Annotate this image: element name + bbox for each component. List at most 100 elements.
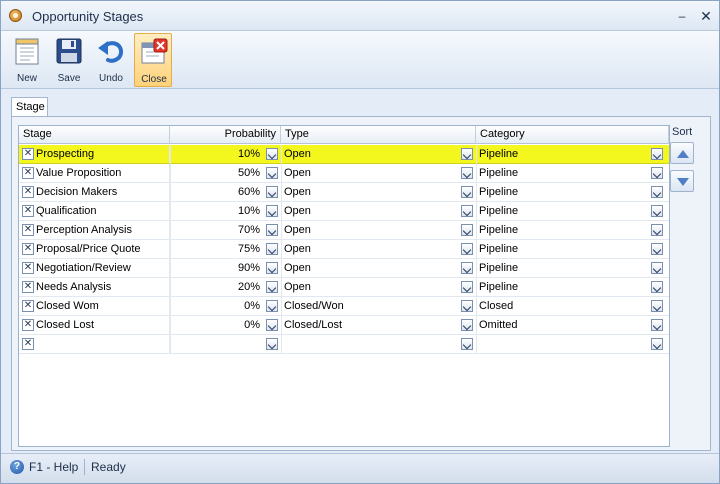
column-header-category[interactable]: Category: [476, 126, 669, 144]
probability-dropdown-icon[interactable]: [266, 224, 278, 236]
help-icon[interactable]: ?: [10, 460, 24, 474]
close-icon[interactable]: ✕: [697, 7, 715, 25]
table-row[interactable]: ✕ Closed Wom 0% Closed/Won Closed: [19, 297, 669, 316]
type-dropdown-icon[interactable]: [461, 319, 473, 331]
table-row[interactable]: ✕ Proposal/Price Quote 75% Open Pipeline: [19, 240, 669, 259]
delete-row-icon[interactable]: ✕: [22, 243, 34, 255]
category-dropdown-icon[interactable]: [651, 262, 663, 274]
delete-row-icon[interactable]: ✕: [22, 186, 34, 198]
table-row[interactable]: ✕ Perception Analysis 70% Open Pipeline: [19, 221, 669, 240]
stage-name-cell[interactable]: [36, 335, 170, 353]
probability-cell[interactable]: [170, 335, 262, 353]
category-cell[interactable]: Pipeline: [479, 145, 649, 163]
delete-row-icon[interactable]: ✕: [22, 300, 34, 312]
probability-dropdown-icon[interactable]: [266, 205, 278, 217]
probability-cell[interactable]: 10%: [170, 145, 262, 163]
probability-dropdown-icon[interactable]: [266, 148, 278, 160]
category-dropdown-icon[interactable]: [651, 300, 663, 312]
category-cell[interactable]: Pipeline: [479, 240, 649, 258]
sort-up-button[interactable]: [670, 142, 694, 164]
delete-row-icon[interactable]: ✕: [22, 205, 34, 217]
probability-dropdown-icon[interactable]: [266, 338, 278, 350]
probability-dropdown-icon[interactable]: [266, 167, 278, 179]
table-row[interactable]: ✕ Closed Lost 0% Closed/Lost Omitted: [19, 316, 669, 335]
stage-name-cell[interactable]: Closed Wom: [36, 297, 170, 315]
undo-button[interactable]: Undo: [92, 33, 130, 87]
type-cell[interactable]: Open: [284, 145, 454, 163]
probability-cell[interactable]: 60%: [170, 183, 262, 201]
category-cell[interactable]: Pipeline: [479, 183, 649, 201]
type-cell[interactable]: Open: [284, 202, 454, 220]
type-cell[interactable]: Closed/Lost: [284, 316, 454, 334]
category-cell[interactable]: [479, 335, 649, 353]
category-cell[interactable]: Pipeline: [479, 278, 649, 296]
delete-row-icon[interactable]: ✕: [22, 167, 34, 179]
minimize-icon[interactable]: ‒: [673, 7, 691, 25]
stage-name-cell[interactable]: Negotiation/Review: [36, 259, 170, 277]
category-dropdown-icon[interactable]: [651, 243, 663, 255]
delete-row-icon[interactable]: ✕: [22, 148, 34, 160]
delete-row-icon[interactable]: ✕: [22, 338, 34, 350]
category-dropdown-icon[interactable]: [651, 319, 663, 331]
type-dropdown-icon[interactable]: [461, 281, 473, 293]
table-row[interactable]: ✕ Prospecting 10% Open Pipeline: [19, 145, 669, 164]
category-dropdown-icon[interactable]: [651, 186, 663, 198]
table-row[interactable]: ✕ Needs Analysis 20% Open Pipeline: [19, 278, 669, 297]
stage-name-cell[interactable]: Perception Analysis: [36, 221, 170, 239]
type-cell[interactable]: Open: [284, 221, 454, 239]
stage-name-cell[interactable]: Prospecting: [36, 145, 170, 163]
probability-cell[interactable]: 20%: [170, 278, 262, 296]
probability-dropdown-icon[interactable]: [266, 300, 278, 312]
category-dropdown-icon[interactable]: [651, 148, 663, 160]
type-dropdown-icon[interactable]: [461, 167, 473, 179]
category-cell[interactable]: Pipeline: [479, 202, 649, 220]
type-dropdown-icon[interactable]: [461, 262, 473, 274]
stage-name-cell[interactable]: Qualification: [36, 202, 170, 220]
probability-dropdown-icon[interactable]: [266, 281, 278, 293]
table-row[interactable]: ✕ Value Proposition 50% Open Pipeline: [19, 164, 669, 183]
type-cell[interactable]: Open: [284, 278, 454, 296]
column-header-probability[interactable]: Probability: [170, 126, 281, 144]
type-cell[interactable]: Open: [284, 183, 454, 201]
category-dropdown-icon[interactable]: [651, 338, 663, 350]
delete-row-icon[interactable]: ✕: [22, 281, 34, 293]
probability-cell[interactable]: 50%: [170, 164, 262, 182]
category-cell[interactable]: Omitted: [479, 316, 649, 334]
probability-cell[interactable]: 0%: [170, 316, 262, 334]
type-dropdown-icon[interactable]: [461, 243, 473, 255]
delete-row-icon[interactable]: ✕: [22, 262, 34, 274]
category-dropdown-icon[interactable]: [651, 281, 663, 293]
type-dropdown-icon[interactable]: [461, 148, 473, 160]
probability-cell[interactable]: 10%: [170, 202, 262, 220]
category-cell[interactable]: Closed: [479, 297, 649, 315]
probability-dropdown-icon[interactable]: [266, 262, 278, 274]
type-cell[interactable]: Open: [284, 164, 454, 182]
probability-cell[interactable]: 90%: [170, 259, 262, 277]
type-cell[interactable]: Open: [284, 259, 454, 277]
save-button[interactable]: Save: [50, 33, 88, 87]
type-cell[interactable]: Open: [284, 240, 454, 258]
probability-dropdown-icon[interactable]: [266, 186, 278, 198]
type-dropdown-icon[interactable]: [461, 205, 473, 217]
type-dropdown-icon[interactable]: [461, 186, 473, 198]
category-dropdown-icon[interactable]: [651, 167, 663, 179]
table-row[interactable]: ✕ Qualification 10% Open Pipeline: [19, 202, 669, 221]
probability-cell[interactable]: 75%: [170, 240, 262, 258]
probability-cell[interactable]: 70%: [170, 221, 262, 239]
delete-row-icon[interactable]: ✕: [22, 319, 34, 331]
stage-name-cell[interactable]: Needs Analysis: [36, 278, 170, 296]
table-row[interactable]: ✕: [19, 335, 669, 354]
category-dropdown-icon[interactable]: [651, 224, 663, 236]
sort-down-button[interactable]: [670, 170, 694, 192]
new-button[interactable]: New: [8, 33, 46, 87]
probability-dropdown-icon[interactable]: [266, 243, 278, 255]
type-cell[interactable]: [284, 335, 454, 353]
type-cell[interactable]: Closed/Won: [284, 297, 454, 315]
table-row[interactable]: ✕ Decision Makers 60% Open Pipeline: [19, 183, 669, 202]
column-header-stage[interactable]: Stage: [19, 126, 170, 144]
stage-name-cell[interactable]: Proposal/Price Quote: [36, 240, 170, 258]
type-dropdown-icon[interactable]: [461, 338, 473, 350]
type-dropdown-icon[interactable]: [461, 300, 473, 312]
column-header-type[interactable]: Type: [281, 126, 476, 144]
stage-name-cell[interactable]: Decision Makers: [36, 183, 170, 201]
